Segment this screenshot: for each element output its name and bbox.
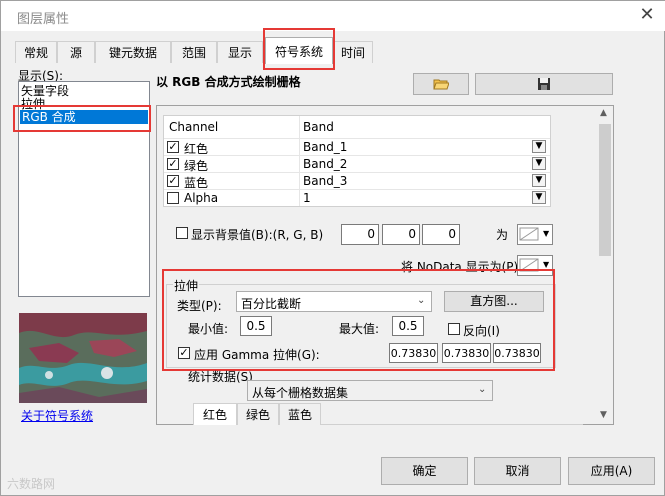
vertical-scrollbar[interactable]: ▲ ▼ [597, 106, 613, 424]
show-background-label: 显示背景值(B):(R, G, B) [191, 228, 324, 242]
band-table [163, 115, 551, 207]
chevron-down-icon: ▼ [543, 229, 550, 238]
channel-label: Alpha [184, 191, 219, 205]
save-icon [538, 78, 550, 90]
as-label: 为 [496, 228, 509, 242]
close-icon[interactable]: ✕ [635, 4, 659, 25]
row-divider [164, 138, 550, 139]
chevron-down-icon[interactable]: ▼ [532, 174, 546, 187]
open-button[interactable] [413, 73, 469, 95]
row-divider [164, 172, 550, 173]
layer-properties-dialog: 图层属性 ✕ 常规 源 键元数据 范围 显示 符号系统 时间 显示(S): 矢量… [0, 0, 665, 496]
subtab-green[interactable]: 绿色 [237, 403, 279, 425]
channel-checkbox[interactable] [167, 192, 179, 204]
color-swatch-icon [519, 227, 539, 241]
background-color-picker[interactable]: ▼ [517, 224, 553, 245]
stats-label: 统计数据(S) [188, 370, 253, 384]
tab-general[interactable]: 常规 [15, 41, 57, 63]
column-header-channel: Channel [169, 120, 219, 134]
tab-time[interactable]: 时间 [333, 41, 373, 63]
background-b-field[interactable]: 0 [422, 224, 460, 245]
channel-checkbox[interactable]: ✓ [167, 175, 179, 187]
about-symbology-link[interactable]: 关于符号系统 [21, 407, 93, 424]
scroll-down-icon[interactable]: ▼ [600, 410, 607, 420]
band-value: 1 [303, 191, 311, 205]
channel-checkbox[interactable]: ✓ [167, 141, 179, 153]
background-g-field[interactable]: 0 [382, 224, 420, 245]
tab-display[interactable]: 显示 [217, 41, 263, 63]
highlight-stretch-group [162, 269, 555, 371]
cancel-button[interactable]: 取消 [474, 457, 561, 485]
show-background-checkbox[interactable] [176, 227, 188, 239]
highlight-tab-symbology [263, 28, 335, 70]
band-value: Band_1 [303, 140, 348, 154]
watermark-text: 六数路网 [7, 477, 56, 491]
band-value: Band_3 [303, 174, 348, 188]
chevron-down-icon[interactable]: ▼ [532, 191, 546, 204]
chevron-down-icon[interactable]: ▼ [532, 157, 546, 170]
row-divider [164, 155, 550, 156]
column-header-band: Band [303, 120, 334, 134]
chevron-down-icon[interactable]: ▼ [532, 140, 546, 153]
stats-value: 从每个栅格数据集 [252, 386, 349, 400]
title-bar: 图层属性 ✕ [1, 1, 665, 31]
window-title: 图层属性 [17, 12, 70, 27]
subtab-red[interactable]: 红色 [193, 403, 237, 425]
apply-button[interactable]: 应用(A) [568, 457, 655, 485]
channel-checkbox[interactable]: ✓ [167, 158, 179, 170]
subtab-blue[interactable]: 蓝色 [279, 403, 321, 425]
scroll-up-icon[interactable]: ▲ [600, 108, 607, 118]
renderer-heading: 以 RGB 合成方式绘制栅格 [156, 75, 301, 89]
preview-thumbnail [19, 313, 147, 403]
ok-button[interactable]: 确定 [381, 457, 468, 485]
tab-extent[interactable]: 范围 [171, 41, 217, 63]
chevron-down-icon: ⌄ [478, 384, 487, 395]
stats-select[interactable]: 从每个栅格数据集 ⌄ [247, 380, 493, 401]
scroll-thumb[interactable] [599, 124, 611, 256]
highlight-rgb-composite [13, 105, 151, 132]
row-divider [164, 189, 550, 190]
save-button[interactable] [475, 73, 613, 95]
tab-key-metadata[interactable]: 键元数据 [95, 41, 171, 63]
folder-open-icon [433, 79, 450, 90]
background-r-field[interactable]: 0 [341, 224, 379, 245]
tab-source[interactable]: 源 [57, 41, 95, 63]
list-item[interactable]: 矢量字段 [21, 84, 69, 98]
band-value: Band_2 [303, 157, 348, 171]
chevron-down-icon: ▼ [543, 260, 550, 269]
column-divider [299, 116, 300, 206]
